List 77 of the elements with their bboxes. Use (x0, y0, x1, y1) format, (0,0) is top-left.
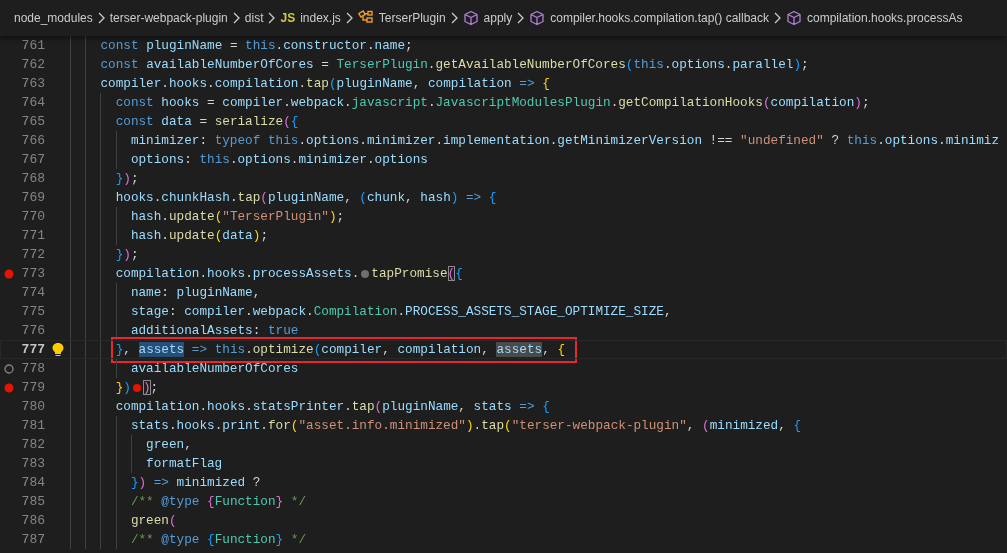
code-text: }); (115, 246, 139, 264)
chevron-icon (516, 12, 526, 24)
line-number: 772 (20, 245, 45, 264)
line-number: 787 (20, 530, 45, 549)
code-text: compiler.hooks.compilation.tap(pluginName, compilation => { (100, 75, 550, 93)
code-text: compilation.hooks.statsPrinter.tap(pluginName, stats => { (115, 398, 550, 416)
code-text: additionalAssets: true (130, 322, 299, 340)
line-number: 779 (20, 378, 45, 397)
code-text: hash.update(data); (130, 227, 268, 245)
chevron-icon (267, 12, 277, 24)
chevron-icon (231, 12, 241, 24)
code-text: hooks.chunkHash.tap(pluginName, (chunk, hash) => { (115, 189, 497, 207)
chevron-icon (344, 12, 354, 24)
code-text: compilation.hooks.processAssets. (115, 265, 360, 283)
line-number: 765 (20, 112, 45, 131)
line-number: 780 (20, 397, 45, 416)
code-text: availableNumberOfCores (130, 360, 299, 378)
code-text: formatFlag (146, 455, 223, 473)
lightbulb-icon[interactable] (50, 342, 65, 357)
chevron-icon (773, 12, 782, 24)
code-text: /** @type {Function} */ (130, 531, 307, 549)
line-number: 771 (20, 226, 45, 245)
code-text: tapPromise({ (371, 264, 463, 283)
chevron-icon (96, 12, 106, 24)
line-number: 773 (20, 264, 45, 283)
breadcrumb-item[interactable]: index.js (300, 9, 341, 27)
line-number: 783 (20, 454, 45, 473)
code-text: const hooks = compiler.webpack.javascript.JavascriptModulesPlugin.getCompilationHooks(compilation); (115, 94, 870, 112)
line-number: 786 (20, 511, 45, 530)
code-text: }) => minimized ? (130, 474, 261, 492)
code-text: const pluginName = this.constructor.name; (100, 37, 413, 55)
line-number: 763 (20, 74, 45, 93)
code-text: }); (115, 170, 139, 188)
code-text: stage: compiler.webpack.Compilation.PROCESS_ASSETS_STAGE_OPTIMIZE_SIZE, (130, 303, 672, 321)
breadcrumb-item[interactable]: compiler.hooks.compilation.tap() callback (550, 9, 769, 27)
breadcrumb-item[interactable]: node_modules (14, 9, 93, 27)
code-text: const data = serialize({ (115, 113, 299, 131)
line-number: 775 (20, 302, 45, 321)
class-icon (357, 10, 374, 26)
line-number: 769 (20, 188, 45, 207)
code-text: stats.hooks.print.for("asset.info.minimized").tap("terser-webpack-plugin", (minimized, { (130, 417, 802, 435)
code-text: }) (115, 379, 131, 397)
code-text: options: this.options.minimizer.options (130, 151, 428, 169)
code-text: }, assets => this.optimize(compiler, compilation, assets, { (115, 340, 565, 359)
line-number: 778 (20, 359, 45, 378)
breadcrumb-item[interactable]: terser-webpack-plugin (109, 9, 228, 27)
line-number: 774 (20, 283, 45, 302)
line-number: 782 (20, 435, 45, 454)
code-text: name: pluginName, (130, 284, 261, 302)
line-number: 770 (20, 207, 45, 226)
breadcrumb-item[interactable]: dist (244, 9, 264, 27)
line-number: 781 (20, 416, 45, 435)
code-text: minimizer: typeof this.options.minimizer.implementation.getMinimizerVersion !== "undefined" ? this.options.minimiz (130, 132, 999, 150)
file-type-label: JS (280, 10, 296, 27)
code-text: /** @type {Function} */ (130, 493, 307, 511)
line-number: 764 (20, 93, 45, 112)
line-number: 777 (20, 340, 45, 359)
code-text: const availableNumberOfCores = TerserPlugin.getAvailableNumberOfCores(this.options.parallel); (100, 56, 809, 74)
line-number: 785 (20, 492, 45, 511)
line-number: 767 (20, 150, 45, 169)
code-text: hash.update("TerserPlugin"); (130, 208, 345, 226)
line-number: 762 (20, 55, 45, 74)
line-number: 761 (20, 36, 45, 55)
cube-icon (462, 10, 479, 26)
breadcrumb-item[interactable]: apply (483, 9, 513, 27)
code-text: green( (130, 512, 177, 530)
code-text: ); (142, 378, 159, 397)
code-text: green, (146, 436, 192, 454)
line-number: 768 (20, 169, 45, 188)
breadcrumb-item[interactable]: TerserPlugin (378, 9, 446, 27)
line-number: 766 (20, 131, 45, 150)
chevron-icon (449, 12, 459, 24)
line-number: 776 (20, 321, 45, 340)
line-number: 784 (20, 473, 45, 492)
cube-icon (786, 10, 802, 26)
breadcrumb-item[interactable]: compilation.hooks.processAs (807, 9, 963, 27)
cube-icon (529, 10, 546, 26)
